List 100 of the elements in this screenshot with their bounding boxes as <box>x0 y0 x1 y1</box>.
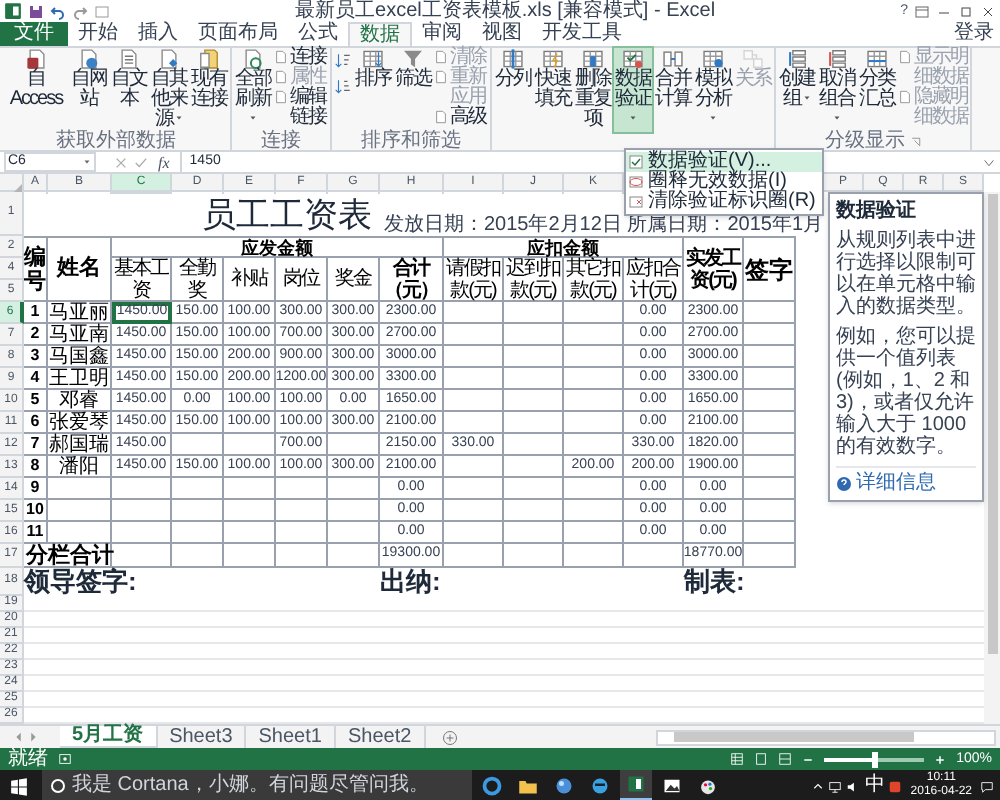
ribbon-button[interactable]: 分列 <box>494 48 532 132</box>
table-header: 迟到扣款(元) <box>504 258 564 302</box>
scrollbar-thumb[interactable] <box>674 732 914 742</box>
cancel-icon[interactable] <box>114 155 128 169</box>
ribbon-button[interactable]: 快速填充 <box>534 48 572 132</box>
ribbon-button[interactable]: 取消组合 <box>818 48 856 132</box>
ribbon-tab[interactable]: 公式 <box>288 22 348 46</box>
ribbon-tab[interactable]: 页面布局 <box>188 22 288 46</box>
document-icon <box>898 90 912 104</box>
previous-sheet-icon[interactable] <box>12 730 26 744</box>
ribbon-button[interactable]: 自文本 <box>110 48 148 132</box>
empty-cell <box>744 544 796 568</box>
empty-cell <box>504 368 564 390</box>
empty-cell <box>564 390 624 412</box>
photo-icon[interactable] <box>662 776 682 796</box>
ribbon-button[interactable]: 现有连接 <box>190 48 228 132</box>
palette-icon[interactable] <box>698 776 718 796</box>
ribbon-button[interactable]: 连接 <box>274 48 328 68</box>
maximize-icon[interactable] <box>958 3 974 19</box>
empty-cell <box>444 522 504 544</box>
windows-logo-icon[interactable] <box>10 777 28 795</box>
menu-item[interactable]: 清除验证标识圈(R) <box>626 192 822 212</box>
expand-icon[interactable] <box>982 155 996 169</box>
zoom-slider-thumb[interactable] <box>872 751 879 767</box>
ribbon-tab[interactable]: 开发工具 <box>532 22 632 46</box>
empty-cell <box>744 346 796 368</box>
ribbon-button[interactable]: 删除重复项 <box>574 48 612 132</box>
menu-item[interactable]: 圈释无效数据(I) <box>626 172 822 192</box>
table-cell: 8 <box>24 456 48 478</box>
ribbon-button[interactable]: 分类汇总 <box>858 48 896 132</box>
menu-item[interactable]: 数据验证(V)... <box>626 152 822 172</box>
table-cell: 11 <box>24 522 48 544</box>
ribbon-display-icon[interactable] <box>914 3 930 19</box>
table-cell: 郝国瑞 <box>48 434 112 456</box>
ribbon-button[interactable]: 高级 <box>434 108 488 128</box>
search-box[interactable]: 我是 Cortana，小娜。有问题尽管问我。 <box>42 770 472 800</box>
ribbon-button[interactable]: 自 Access <box>4 48 68 132</box>
table-cell: 马亚南 <box>48 324 112 346</box>
page-layout-icon[interactable] <box>754 752 769 766</box>
table-cell: 6 <box>24 412 48 434</box>
empty-cell <box>224 478 276 500</box>
zoom-in-icon[interactable] <box>934 753 947 765</box>
notifications-icon[interactable] <box>980 779 994 793</box>
close-icon[interactable] <box>980 3 996 19</box>
empty-cell <box>564 346 624 368</box>
ribbon-button[interactable]: 排序 <box>354 48 392 132</box>
status-text: 就绪 <box>8 748 48 770</box>
group-label: 获取外部数据 <box>56 132 176 152</box>
empty-cell <box>624 544 684 568</box>
empty-cell <box>744 434 796 456</box>
ribbon-button[interactable]: 数据验证 <box>614 48 652 132</box>
empty-cell <box>504 302 564 324</box>
input-method-indicator[interactable]: 中 <box>864 774 885 798</box>
ribbon-tab[interactable]: 审阅 <box>412 22 472 46</box>
zoom-out-icon[interactable] <box>802 753 815 765</box>
app-tray-icon[interactable] <box>888 779 903 793</box>
ribbon-button[interactable]: 自其他来源 <box>150 48 188 132</box>
folder-icon[interactable] <box>518 776 538 796</box>
sort-descending-icon[interactable] <box>334 78 352 96</box>
insert-function-button[interactable]: fx <box>154 153 174 171</box>
browser-icon[interactable] <box>482 776 502 796</box>
spreadsheet-icon[interactable] <box>626 774 646 794</box>
ribbon-tab[interactable]: 插入 <box>128 22 188 46</box>
normal-view-icon[interactable] <box>730 752 745 766</box>
ribbon-tab[interactable]: 视图 <box>472 22 532 46</box>
globe-icon[interactable] <box>554 776 574 796</box>
ribbon-button[interactable]: 全部刷新 <box>234 48 272 132</box>
macro-record-icon[interactable] <box>58 752 72 766</box>
network-icon[interactable] <box>828 779 843 793</box>
ribbon-tab[interactable]: 数据 <box>348 22 412 46</box>
ribbon-tab[interactable]: 文件 <box>0 22 68 46</box>
ribbon-button[interactable]: 模拟分析 <box>694 48 732 132</box>
page-break-icon[interactable] <box>778 752 793 766</box>
empty-cell <box>744 324 796 346</box>
table-header: 请假扣款(元) <box>444 258 504 302</box>
table-cell: 马国鑫 <box>48 346 112 368</box>
launcher-icon[interactable] <box>909 136 921 148</box>
empty-cell <box>564 434 624 456</box>
ribbon-button[interactable]: 编辑链接 <box>274 88 328 128</box>
enter-icon[interactable] <box>134 155 148 169</box>
sheet-tab[interactable]: 5月工资 <box>60 725 158 749</box>
chevron-up-icon[interactable] <box>812 780 825 792</box>
vertical-scrollbar[interactable] <box>984 192 1000 724</box>
ribbon-button[interactable]: 创建组 <box>778 48 816 132</box>
sort-ascending-icon[interactable] <box>334 52 352 70</box>
table-header: 应发金额 <box>112 236 444 258</box>
ribbon-button[interactable]: 筛选 <box>394 48 432 132</box>
check-table-icon <box>622 48 644 70</box>
more-info-link[interactable]: 详细信息 <box>856 472 936 494</box>
scrollbar-thumb[interactable] <box>987 194 997 654</box>
horizontal-scrollbar[interactable] <box>656 729 996 745</box>
table-header: 岗位 <box>276 258 328 302</box>
sign-in-link[interactable]: 登录 <box>948 22 1000 46</box>
ribbon-button[interactable]: 自网站 <box>70 48 108 132</box>
ribbon-tab[interactable]: 开始 <box>68 22 128 46</box>
sheet-title: 员工工资表 <box>200 194 374 236</box>
ribbon-button[interactable]: 合并计算 <box>654 48 692 132</box>
next-sheet-icon[interactable] <box>26 730 40 744</box>
table-header: 姓名 <box>48 236 112 302</box>
add-sheet-icon[interactable] <box>441 729 458 745</box>
